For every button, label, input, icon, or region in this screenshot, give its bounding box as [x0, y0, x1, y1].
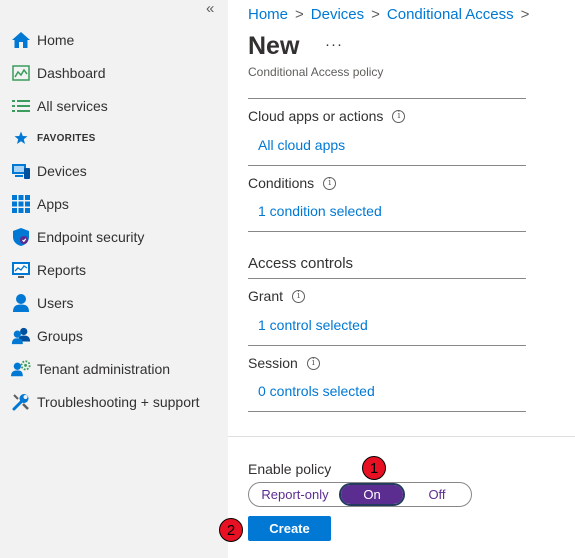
- info-icon[interactable]: i: [306, 356, 320, 370]
- conditions-label-text: Conditions: [248, 175, 315, 191]
- sidebar-item-all-services[interactable]: All services: [0, 91, 228, 121]
- tenant-admin-icon: [11, 359, 31, 379]
- info-icon[interactable]: i: [392, 109, 406, 123]
- enable-policy-toggle: Report-only On Off: [248, 482, 472, 507]
- sidebar-item-groups[interactable]: Groups: [0, 321, 228, 351]
- footer-divider: [228, 436, 575, 437]
- cloud-apps-link[interactable]: All cloud apps: [258, 137, 345, 153]
- sidebar-item-label: All services: [37, 98, 108, 114]
- user-icon: [11, 293, 31, 313]
- step-badge-2: 2: [219, 518, 243, 542]
- sidebar-item-label: Troubleshooting + support: [37, 394, 200, 410]
- sidebar-item-label: FAVORITES: [37, 132, 96, 144]
- page-title: New: [248, 32, 300, 60]
- breadcrumb: Home > Devices > Conditional Access >: [248, 6, 536, 23]
- dashboard-icon: [11, 63, 31, 83]
- list-icon: [11, 96, 31, 116]
- conditions-link[interactable]: 1 condition selected: [258, 203, 382, 219]
- sidebar-item-devices[interactable]: Devices: [0, 156, 228, 186]
- info-icon[interactable]: i: [292, 289, 306, 303]
- breadcrumb-conditional-access[interactable]: Conditional Access: [387, 6, 514, 23]
- cloud-apps-label-text: Cloud apps or actions: [248, 108, 384, 124]
- breadcrumb-separator: >: [295, 6, 304, 23]
- sidebar-favorites-header: FAVORITES: [0, 123, 228, 153]
- sidebar-item-troubleshooting[interactable]: Troubleshooting + support: [0, 387, 228, 417]
- star-icon: [11, 128, 31, 148]
- reports-icon: [11, 260, 31, 280]
- info-icon[interactable]: i: [323, 176, 337, 190]
- sidebar-item-reports[interactable]: Reports: [0, 255, 228, 285]
- create-button[interactable]: Create: [248, 516, 331, 541]
- grant-label-text: Grant: [248, 288, 284, 304]
- sidebar-item-apps[interactable]: Apps: [0, 189, 228, 219]
- divider: [248, 231, 526, 232]
- sidebar-item-endpoint-security[interactable]: Endpoint security: [0, 222, 228, 252]
- breadcrumb-home[interactable]: Home: [248, 6, 288, 23]
- divider: [248, 411, 526, 412]
- on-option[interactable]: On: [339, 483, 405, 506]
- breadcrumb-separator: >: [371, 6, 380, 23]
- sidebar-item-label: Tenant administration: [37, 361, 171, 377]
- more-options-button[interactable]: ···: [325, 36, 343, 53]
- enable-policy-label: Enable policy: [248, 461, 332, 477]
- access-controls-heading: Access controls: [248, 255, 354, 272]
- divider: [248, 165, 526, 166]
- step-badge-1: 1: [362, 456, 386, 480]
- grant-label: Grant i: [248, 288, 306, 304]
- session-link[interactable]: 0 controls selected: [258, 383, 375, 399]
- sidebar-item-label: Home: [37, 32, 75, 48]
- sidebar-item-label: Reports: [37, 262, 87, 278]
- sidebar-item-label: Apps: [37, 196, 69, 212]
- session-label: Session i: [248, 355, 320, 371]
- groups-icon: [11, 326, 31, 346]
- apps-grid-icon: [11, 194, 31, 214]
- cloud-apps-label: Cloud apps or actions i: [248, 108, 406, 124]
- sidebar-item-label: Groups: [37, 328, 83, 344]
- sidebar-item-dashboard[interactable]: Dashboard: [0, 58, 228, 88]
- sidebar-item-label: Dashboard: [37, 65, 106, 81]
- grant-link[interactable]: 1 control selected: [258, 317, 368, 333]
- wrench-icon: [11, 392, 31, 412]
- breadcrumb-devices[interactable]: Devices: [311, 6, 364, 23]
- sidebar-item-label: Users: [37, 295, 74, 311]
- sidebar-item-users[interactable]: Users: [0, 288, 228, 318]
- divider: [248, 345, 526, 346]
- devices-icon: [11, 161, 31, 181]
- sidebar-item-tenant-administration[interactable]: Tenant administration: [0, 354, 228, 384]
- report-only-option[interactable]: Report-only: [249, 483, 341, 506]
- sidebar-item-label: Endpoint security: [37, 229, 145, 245]
- home-icon: [11, 30, 31, 50]
- off-option[interactable]: Off: [403, 483, 471, 506]
- conditions-label: Conditions i: [248, 175, 337, 191]
- collapse-sidebar-icon[interactable]: «: [206, 0, 214, 17]
- divider: [248, 98, 526, 99]
- session-label-text: Session: [248, 355, 298, 371]
- sidebar-item-label: Devices: [37, 163, 87, 179]
- breadcrumb-separator: >: [520, 6, 530, 23]
- divider: [248, 278, 526, 279]
- sidebar-item-home[interactable]: Home: [0, 25, 228, 55]
- sidebar: « Home Dashboard All services FAVORITES …: [0, 0, 228, 558]
- page-subtitle: Conditional Access policy: [248, 65, 384, 79]
- shield-icon: [11, 227, 31, 247]
